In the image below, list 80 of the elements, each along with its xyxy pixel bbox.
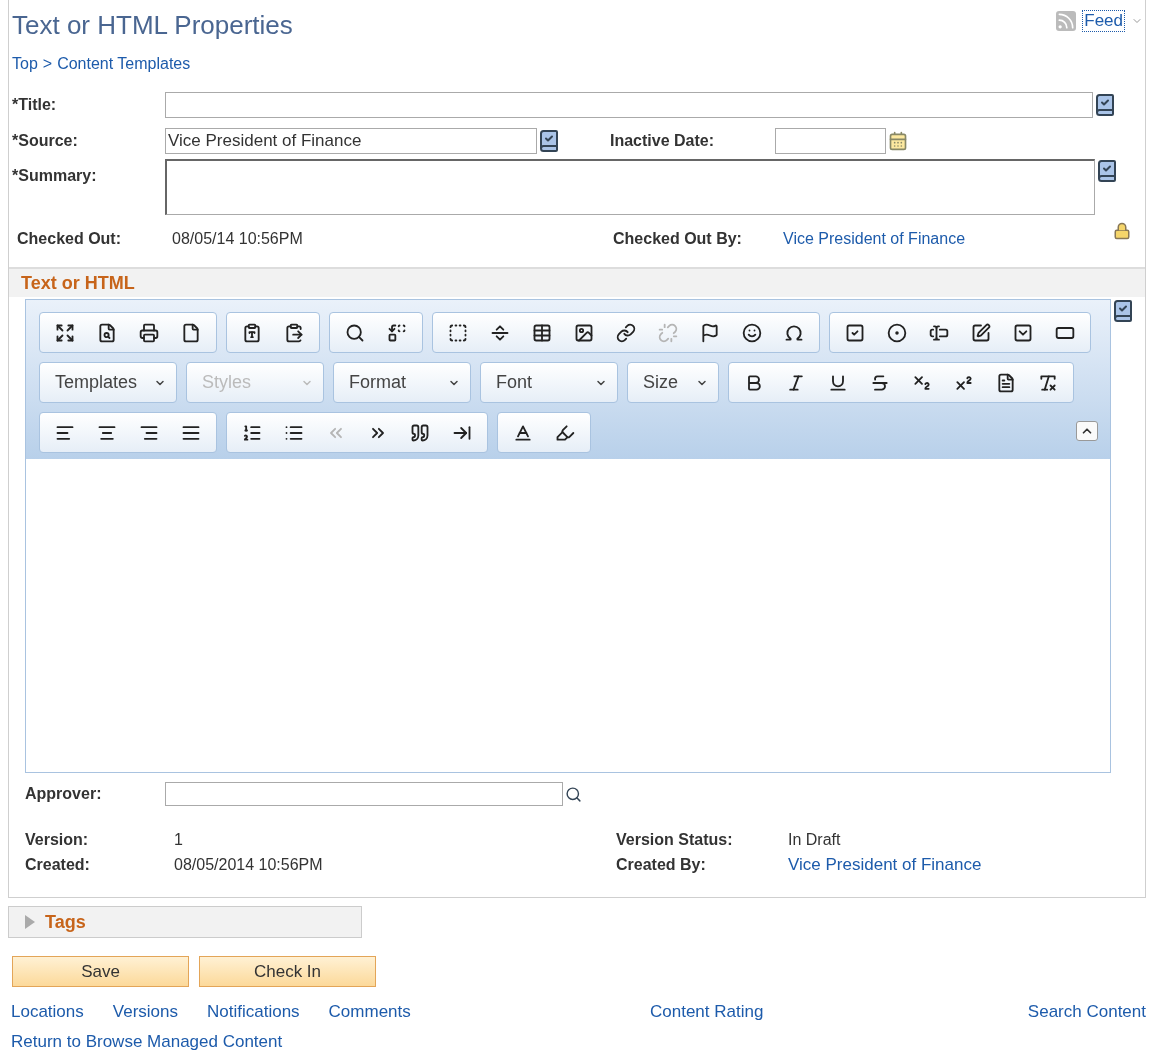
summary-field[interactable] [165, 159, 1095, 215]
image-icon [574, 322, 594, 343]
save-button[interactable]: Save [12, 956, 189, 987]
print-icon [139, 322, 159, 343]
page-title: Text or HTML Properties [12, 10, 293, 41]
field-label: Created By: [616, 856, 707, 874]
source-field[interactable]: Vice President of Finance [165, 128, 537, 154]
user-link[interactable]: Vice President of Finance [783, 230, 966, 248]
new-page-icon [181, 322, 201, 343]
search-icon[interactable] [565, 785, 582, 803]
lock-icon [1113, 222, 1131, 240]
field-label: *Source: [12, 132, 79, 150]
text-field-icon [929, 322, 949, 343]
radio-icon [887, 322, 907, 343]
expand-icon [25, 915, 35, 929]
page-link[interactable]: Notifications [207, 1002, 300, 1022]
field-label: *Title: [12, 96, 58, 114]
page-link[interactable]: Comments [328, 1002, 411, 1022]
field-label: Checked Out: [17, 230, 122, 248]
status-value: In Draft [788, 831, 841, 849]
paste-word-icon [284, 322, 304, 343]
collapse-toolbar-button[interactable] [1076, 421, 1098, 441]
maximize-icon [55, 322, 75, 343]
approver-field[interactable] [165, 782, 563, 806]
select-icon [1013, 322, 1033, 343]
title-field[interactable] [165, 92, 1093, 118]
checked-out-value: 08/05/14 10:56PM [172, 230, 304, 248]
page-link[interactable]: Content Rating [650, 1002, 764, 1022]
page-link[interactable]: Versions [112, 1002, 178, 1022]
field-label: Created: [25, 856, 91, 874]
search-icon [345, 322, 365, 343]
numbered-list-icon [242, 422, 262, 443]
text-color-icon [513, 422, 533, 443]
strikethrough-icon [870, 372, 890, 393]
user-link[interactable]: Vice President of Finance [788, 855, 982, 875]
check-in-button[interactable]: Check In [199, 956, 376, 987]
spell-check-icon[interactable] [1111, 299, 1135, 323]
italic-icon [786, 372, 806, 393]
section-title: Text or HTML [21, 272, 135, 294]
smiley-icon [742, 322, 762, 343]
date-field[interactable] [775, 128, 886, 154]
rss-icon [1056, 11, 1077, 31]
textarea-icon [971, 322, 991, 343]
calendar-icon[interactable] [888, 131, 908, 151]
checkbox-icon [845, 322, 865, 343]
highlight-icon [555, 422, 575, 443]
page-link[interactable]: Search Content [1027, 1002, 1146, 1022]
field-label: Checked Out By: [613, 230, 743, 248]
preview-icon [97, 322, 117, 343]
breadcrumb-link[interactable]: Content Templates [57, 55, 191, 73]
table-icon [532, 322, 552, 343]
toolbar-dropdown[interactable]: Font [480, 362, 618, 403]
unlink-icon [658, 322, 678, 343]
spell-check-icon[interactable] [537, 129, 561, 153]
created-value: 08/05/2014 10:56PM [174, 856, 324, 874]
page-link[interactable]: Return to Browse Managed Content [11, 1032, 283, 1052]
field-label: Inactive Date: [610, 132, 716, 150]
flag-icon [700, 322, 720, 343]
field-label: Version Status: [616, 831, 734, 849]
breadcrumb-separator: > [42, 55, 53, 73]
paste-text-icon [242, 322, 262, 343]
div-icon [448, 322, 468, 343]
spell-check-icon[interactable] [1095, 159, 1119, 183]
feed-link[interactable]: Feed [1082, 10, 1125, 32]
page-link[interactable]: Locations [11, 1002, 84, 1022]
toolbar-dropdown[interactable]: Templates [39, 362, 177, 403]
field-label: *Summary: [12, 166, 98, 185]
version-value: 1 [174, 831, 184, 849]
document-icon [996, 372, 1016, 393]
link-icon [616, 322, 636, 343]
field-label: Approver: [25, 785, 103, 803]
toolbar-dropdown[interactable]: Size [627, 362, 719, 403]
tags-toggle[interactable]: Tags [8, 906, 362, 938]
tags-title: Tags [45, 911, 86, 933]
field-label: Version: [25, 831, 90, 849]
breadcrumb-link[interactable]: Top [12, 55, 38, 73]
toolbar-dropdown[interactable]: Format [333, 362, 471, 403]
spell-check-icon[interactable] [1093, 93, 1117, 117]
clear-format-icon [1038, 372, 1058, 393]
quote-icon [410, 422, 430, 443]
